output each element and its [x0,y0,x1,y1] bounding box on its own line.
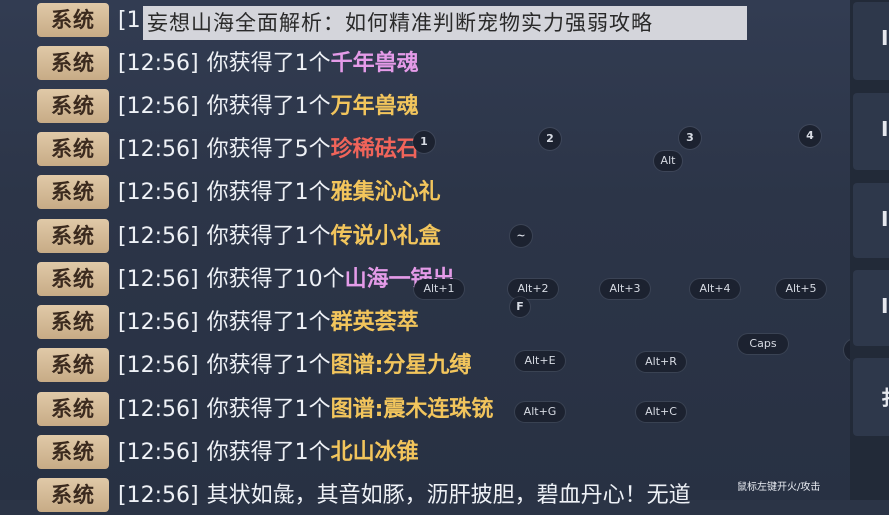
reward-item-name[interactable]: 图谱:震木连珠铳 [331,397,494,422]
system-channel-tag[interactable]: 系统 [37,435,109,469]
fire-attack-hint: 鼠标左键开火/攻击 [737,482,821,493]
chat-message-text: [12:56] 你获得了1个雅集沁心礼 [118,174,441,212]
chat-message-text: [12:56] 你获得了1个传说小礼盒 [118,218,441,256]
chat-message-text: [12:56] 你获得了1个万年兽魂 [118,88,419,126]
chat-message-text: [12:56] 你获得了1个千年兽魂 [118,45,419,83]
chat-message-row: 系统 [12:56] 你获得了1个北山冰锥 [0,434,850,472]
message-prefix: 你获得了1个 [206,51,331,76]
message-prefix: 你获得了1个 [206,94,331,119]
reward-item-name[interactable]: 雅集沁心礼 [331,180,441,205]
chat-message-text: [12:56] 你获得了1个北山冰锥 [118,434,419,472]
message-prefix: 你获得了1个 [206,353,331,378]
side-slot[interactable]: I [853,2,889,80]
hotkey-alt-3[interactable]: Alt+3 [600,279,650,299]
chat-message-text: [12:56] 你获得了5个珍稀砝石 [118,131,419,169]
message-prefix: 你获得了1个 [206,397,331,422]
message-timestamp: [12:56] [118,267,199,292]
chat-message-text: [12:56] 你获得了1个群英荟萃 [118,304,419,342]
chat-message-row: 系统 [12:56] 你获得了1个图谱:分星九缚 [0,347,850,385]
system-channel-tag[interactable]: 系统 [37,219,109,253]
system-channel-tag[interactable]: 系统 [37,305,109,339]
system-chat-log: 系统 [1 系统 [12:56] 你获得了1个千年兽魂 系统 [12:56] 你获得了1个万年… [0,0,850,512]
hotkey-alt-r[interactable]: Alt+R [636,352,686,372]
side-slot[interactable]: 扌 [853,358,889,436]
side-slot[interactable]: I [853,93,889,170]
message-timestamp: [12:56] [118,51,199,76]
chat-message-text: [12:56] 你获得了10个山海一锅出 [118,261,455,299]
side-slot-glyph: I [881,117,889,141]
chat-message-row: 系统 [12:56] 其状如彘，其音如豚，沥肝披胆，碧血丹心！无道 [0,477,850,515]
message-prefix: 其状如彘，其音如豚，沥肝披胆，碧血丹心！无道 [206,483,691,508]
system-channel-tag[interactable]: 系统 [37,89,109,123]
message-timestamp: [12:56] [118,353,199,378]
message-timestamp: [12:56] [118,94,199,119]
hotkey-alt-2[interactable]: Alt+2 [508,279,558,299]
message-timestamp: [12:56] [118,397,199,422]
hotkey-f[interactable]: F [510,297,530,317]
system-channel-tag[interactable]: 系统 [37,262,109,296]
reward-item-name[interactable]: 图谱:分星九缚 [331,353,472,378]
chat-message-row: 系统 [12:56] 你获得了1个传说小礼盒 [0,218,850,256]
message-prefix: 你获得了10个 [206,267,345,292]
hotkey-alt[interactable]: Alt [654,151,682,171]
hotkey-alt-4[interactable]: Alt+4 [690,279,740,299]
hotkey-alt-g[interactable]: Alt+G [515,402,565,422]
chat-message-row: 系统 [12:56] 你获得了1个雅集沁心礼 [0,174,850,212]
hotkey-3[interactable]: 3 [679,127,701,149]
message-timestamp: [1 [118,8,141,33]
side-slot-glyph: I [881,294,889,318]
hotkey-alt-c[interactable]: Alt+C [636,402,686,422]
reward-item-name[interactable]: 万年兽魂 [331,94,419,119]
chat-message-row: 系统 [12:56] 你获得了1个万年兽魂 [0,88,850,126]
system-channel-tag[interactable]: 系统 [37,478,109,512]
article-title-overlay: 妄想山海全面解析：如何精准判断宠物实力强弱攻略 [143,6,747,40]
side-slot[interactable]: I [853,183,889,258]
reward-item-name[interactable]: 北山冰锥 [331,440,419,465]
side-slot-glyph: I [881,207,889,231]
message-prefix: 你获得了5个 [206,137,331,162]
message-prefix: 你获得了1个 [206,180,331,205]
hotkey-1[interactable]: 1 [413,131,435,153]
chat-message-text: [12:56] 你获得了1个图谱:震木连珠铳 [118,391,493,429]
side-slot[interactable]: I [853,270,889,346]
side-slot-glyph: I [881,26,889,50]
hotkey-alt-e[interactable]: Alt+E [515,351,565,371]
chat-message-row: 系统 [12:56] 你获得了1个图谱:震木连珠铳 [0,391,850,429]
message-prefix: 你获得了1个 [206,224,331,249]
system-channel-tag[interactable]: 系统 [37,3,109,37]
message-timestamp: [12:56] [118,310,199,335]
message-timestamp: [12:56] [118,483,199,508]
system-channel-tag[interactable]: 系统 [37,392,109,426]
reward-item-name[interactable]: 群英荟萃 [331,310,419,335]
game-screen: 系统 [1 系统 [12:56] 你获得了1个千年兽魂 系统 [12:56] 你获得了1个万年… [0,0,889,512]
chat-message-text: [1 [118,2,141,40]
chat-message-row: 系统 [12:56] 你获得了1个群英荟萃 [0,304,850,342]
system-channel-tag[interactable]: 系统 [37,132,109,166]
system-channel-tag[interactable]: 系统 [37,46,109,80]
reward-item-name[interactable]: 传说小礼盒 [331,224,441,249]
message-timestamp: [12:56] [118,137,199,162]
reward-item-name[interactable]: 千年兽魂 [331,51,419,76]
hotkey-caps[interactable]: Caps [738,334,788,354]
side-slot-glyph: 扌 [881,382,889,411]
reward-item-name[interactable]: 珍稀砝石 [331,137,419,162]
message-prefix: 你获得了1个 [206,440,331,465]
system-channel-tag[interactable]: 系统 [37,175,109,209]
hotkey-alt-5[interactable]: Alt+5 [776,279,826,299]
hotkey-tilde[interactable]: ~ [510,225,532,247]
hotkey-alt-1[interactable]: Alt+1 [414,279,464,299]
system-channel-tag[interactable]: 系统 [37,348,109,382]
chat-message-row: 系统 [12:56] 你获得了1个千年兽魂 [0,45,850,83]
right-side-panel: I I I I 扌 [850,0,889,500]
message-timestamp: [12:56] [118,440,199,465]
chat-message-text: [12:56] 其状如彘，其音如豚，沥肝披胆，碧血丹心！无道 [118,477,691,515]
message-timestamp: [12:56] [118,180,199,205]
message-timestamp: [12:56] [118,224,199,249]
message-prefix: 你获得了1个 [206,310,331,335]
hotkey-2[interactable]: 2 [539,128,561,150]
hotkey-4[interactable]: 4 [799,125,821,147]
chat-message-text: [12:56] 你获得了1个图谱:分星九缚 [118,347,471,385]
